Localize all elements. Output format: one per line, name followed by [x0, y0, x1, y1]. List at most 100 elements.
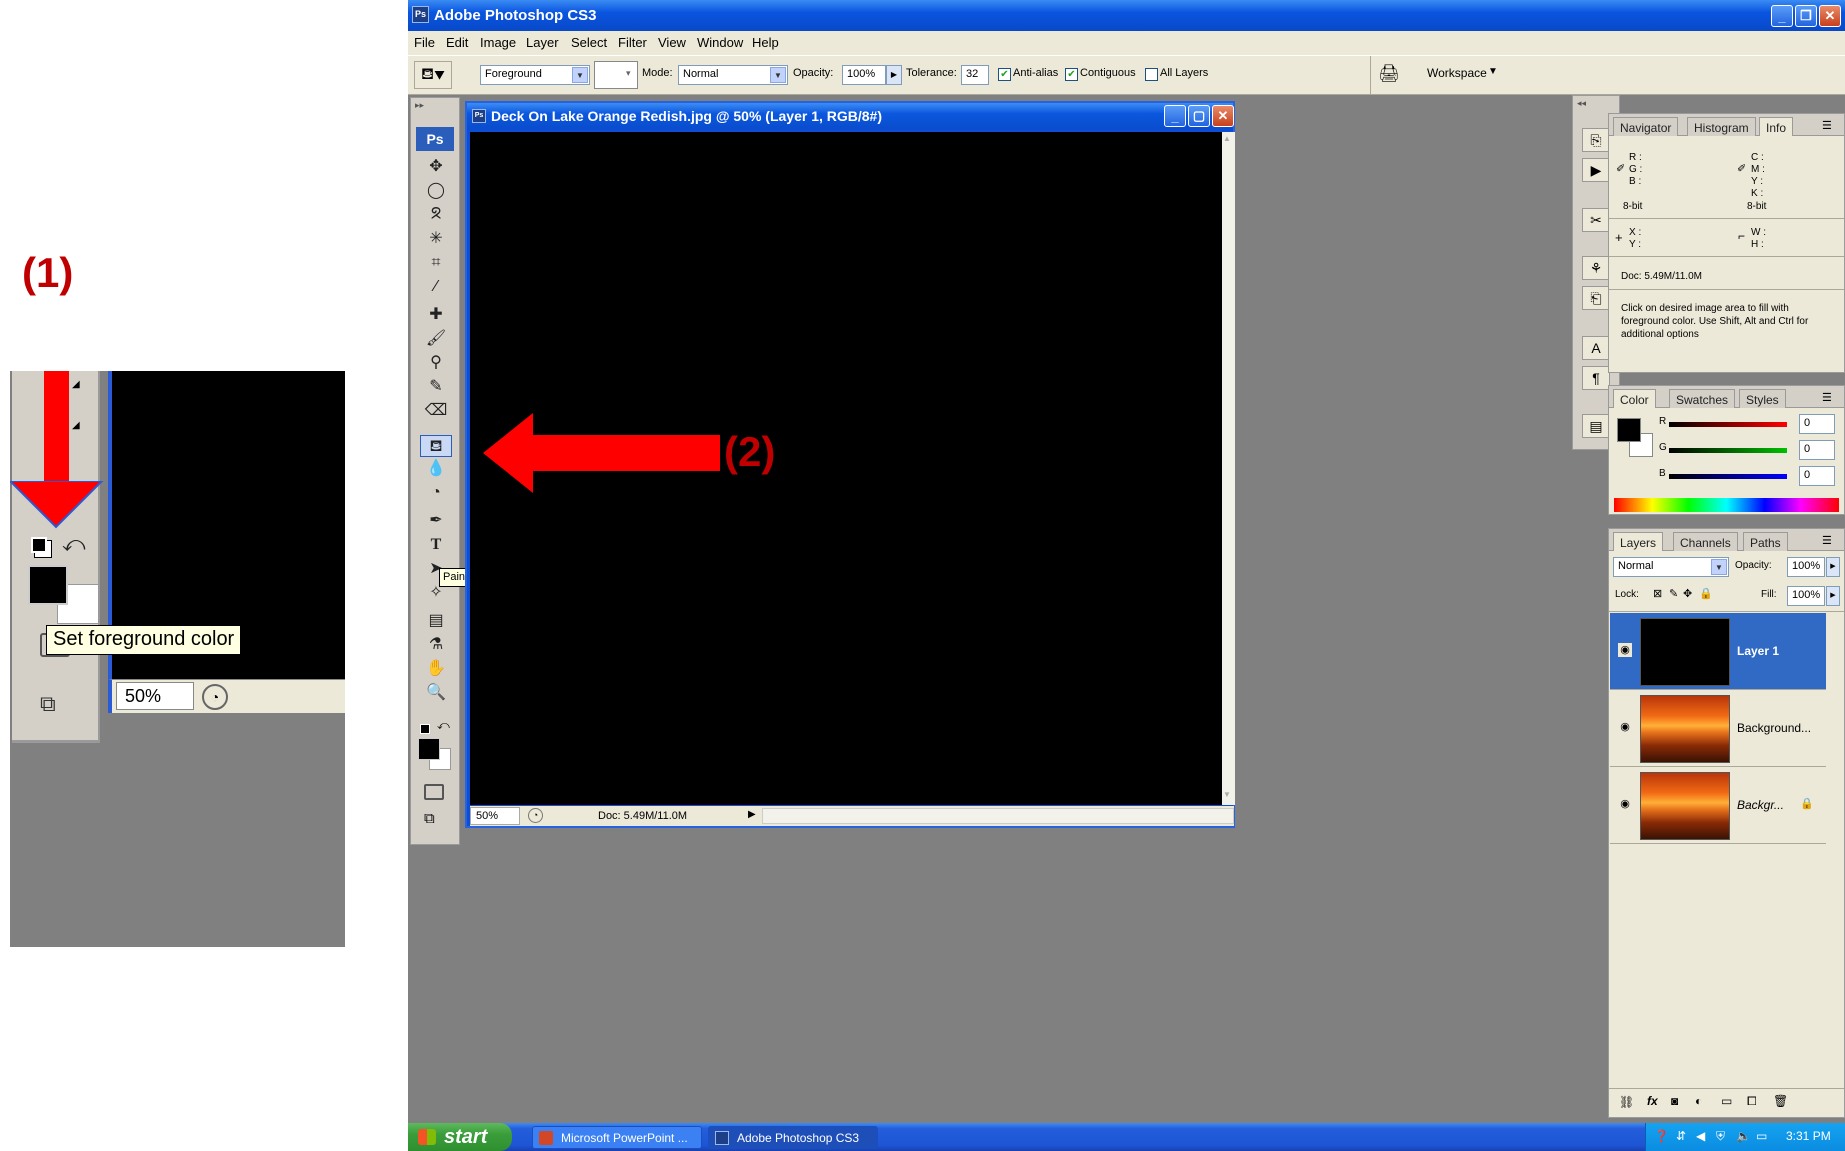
- add-mask-icon[interactable]: ◙: [1671, 1094, 1678, 1108]
- status-arrow-icon[interactable]: ▶: [748, 809, 756, 820]
- minimize-button[interactable]: _: [1771, 5, 1793, 27]
- clone-stamp-tool-icon[interactable]: ⚲: [420, 352, 452, 374]
- actions-panel-icon[interactable]: ▶: [1582, 158, 1610, 182]
- color-ramp[interactable]: [1614, 498, 1839, 512]
- eye-icon[interactable]: ◉: [1618, 643, 1632, 657]
- magic-wand-tool-icon[interactable]: ✳: [420, 228, 452, 250]
- menu-edit[interactable]: Edit: [446, 35, 468, 50]
- back-icon[interactable]: ◀: [1696, 1129, 1705, 1143]
- help-icon[interactable]: ❓: [1654, 1129, 1669, 1143]
- brushes-panel-icon[interactable]: ⚘: [1582, 256, 1610, 280]
- lock-image-icon[interactable]: ✎: [1669, 587, 1678, 600]
- start-button[interactable]: start: [408, 1123, 512, 1151]
- eraser-tool-icon[interactable]: ⌫: [420, 400, 452, 422]
- fill-slider-toggle[interactable]: ▶: [1826, 586, 1840, 606]
- menu-filter[interactable]: Filter: [618, 35, 647, 50]
- g-slider[interactable]: [1669, 448, 1787, 453]
- tool-preset-picker[interactable]: ⛾▾: [414, 61, 452, 89]
- layer-name[interactable]: Background...: [1737, 721, 1811, 735]
- collapse-icon[interactable]: ▸▸: [415, 100, 424, 111]
- opacity-slider-toggle[interactable]: ▶: [1826, 557, 1840, 577]
- link-layers-icon[interactable]: ⛓: [1619, 1095, 1634, 1109]
- panel-menu-icon[interactable]: ☰: [1822, 391, 1832, 404]
- bridge-icon[interactable]: 🖨: [1378, 64, 1400, 84]
- doc-close-button[interactable]: ✕: [1212, 105, 1234, 127]
- opacity-slider-toggle[interactable]: ▶: [886, 65, 902, 85]
- layer-row-background[interactable]: ◉ Backgr... 🔒: [1610, 767, 1826, 844]
- network-icon[interactable]: ⇵: [1676, 1129, 1686, 1143]
- menu-help[interactable]: Help: [752, 35, 779, 50]
- inset-zoom-field[interactable]: 50%: [116, 682, 194, 710]
- new-layer-icon[interactable]: ⧠: [1747, 1094, 1757, 1109]
- r-value-field[interactable]: 0: [1799, 414, 1835, 434]
- vertical-scrollbar[interactable]: ▲ ▼: [1222, 132, 1235, 805]
- mode-select[interactable]: Normal ▼: [678, 65, 788, 85]
- screen-mode-icon[interactable]: ⧉: [40, 691, 56, 717]
- layer-style-icon[interactable]: fx: [1647, 1094, 1658, 1108]
- tab-histogram[interactable]: Histogram: [1687, 117, 1756, 136]
- adjustment-layer-icon[interactable]: ◐: [1695, 1094, 1702, 1108]
- layer-row-layer-1[interactable]: ◉ Layer 1: [1610, 613, 1826, 690]
- workspace-button[interactable]: Workspace: [1427, 66, 1487, 80]
- r-slider[interactable]: [1669, 422, 1787, 427]
- pattern-picker[interactable]: ▾: [594, 61, 638, 89]
- hand-tool-icon[interactable]: ✋: [420, 658, 452, 680]
- quick-mask-icon[interactable]: [424, 784, 444, 800]
- inset-status-menu-icon[interactable]: ◔: [202, 684, 228, 710]
- healing-brush-tool-icon[interactable]: ✚: [420, 304, 452, 326]
- layer-name[interactable]: Layer 1: [1737, 644, 1779, 658]
- b-value-field[interactable]: 0: [1799, 466, 1835, 486]
- doc-minimize-button[interactable]: _: [1164, 105, 1186, 127]
- history-brush-tool-icon[interactable]: ✎: [420, 376, 452, 398]
- paint-bucket-tool-icon[interactable]: ⛾: [420, 435, 452, 457]
- collapse-icon[interactable]: ◂◂: [1577, 98, 1586, 109]
- panel-menu-icon[interactable]: ☰: [1822, 119, 1832, 132]
- layer-name[interactable]: Backgr...: [1737, 798, 1784, 812]
- tolerance-field[interactable]: 32: [961, 65, 989, 85]
- fill-source-select[interactable]: Foreground ▼: [480, 65, 590, 85]
- screen-mode-icon[interactable]: ⧉: [424, 810, 435, 827]
- menu-layer[interactable]: Layer: [526, 35, 559, 50]
- tab-paths[interactable]: Paths: [1743, 532, 1788, 551]
- scroll-up-icon[interactable]: ▲: [1223, 134, 1231, 143]
- taskbar-powerpoint[interactable]: Microsoft PowerPoint ...: [532, 1126, 702, 1149]
- brush-tool-icon[interactable]: 🖌: [420, 328, 452, 350]
- status-menu-icon[interactable]: ◔: [528, 808, 543, 823]
- default-colors-icon[interactable]: [31, 537, 47, 553]
- eye-icon[interactable]: ◉: [1618, 720, 1632, 734]
- panel-menu-icon[interactable]: ☰: [1822, 534, 1832, 547]
- shield-icon[interactable]: ⛨: [1716, 1129, 1725, 1144]
- clone-source-icon[interactable]: ⎗: [1582, 286, 1610, 310]
- taskbar-photoshop[interactable]: Adobe Photoshop CS3: [708, 1126, 878, 1149]
- all-layers-checkbox[interactable]: [1145, 68, 1158, 81]
- contiguous-checkbox[interactable]: ✔: [1065, 68, 1078, 81]
- layer-opacity-field[interactable]: 100%: [1787, 557, 1825, 577]
- monitor-icon[interactable]: ▭: [1756, 1129, 1767, 1143]
- menu-view[interactable]: View: [658, 35, 686, 50]
- type-tool-icon[interactable]: T: [420, 534, 452, 556]
- g-value-field[interactable]: 0: [1799, 440, 1835, 460]
- lock-transparent-icon[interactable]: ⊠: [1653, 587, 1662, 600]
- horizontal-scrollbar[interactable]: [762, 808, 1234, 824]
- menu-file[interactable]: File: [414, 35, 435, 50]
- zoom-field[interactable]: 50%: [470, 807, 520, 825]
- foreground-color-swatch[interactable]: [28, 565, 68, 605]
- tab-info[interactable]: Info: [1759, 117, 1794, 136]
- tab-styles[interactable]: Styles: [1739, 389, 1786, 408]
- color-fg-swatch[interactable]: [1617, 418, 1641, 442]
- marquee-tool-icon[interactable]: ◯: [420, 180, 452, 202]
- lock-all-icon[interactable]: 🔒: [1699, 587, 1713, 600]
- menu-window[interactable]: Window: [697, 35, 743, 50]
- opacity-field[interactable]: 100%: [842, 65, 886, 85]
- restore-button[interactable]: ❐: [1795, 5, 1817, 27]
- zoom-tool-icon[interactable]: 🔍: [420, 682, 452, 704]
- character-panel-icon[interactable]: A: [1582, 336, 1610, 360]
- swap-colors-icon[interactable]: ⤺: [437, 718, 450, 733]
- eyedropper-tool-icon[interactable]: ⚗: [420, 634, 452, 656]
- layer-comps-icon[interactable]: ▤: [1582, 414, 1610, 438]
- menu-select[interactable]: Select: [571, 35, 607, 50]
- tab-color[interactable]: Color: [1613, 389, 1656, 408]
- notes-tool-icon[interactable]: ▤: [420, 610, 452, 632]
- crop-tool-icon[interactable]: ⌗: [420, 252, 452, 274]
- blur-tool-icon[interactable]: 💧: [420, 458, 452, 480]
